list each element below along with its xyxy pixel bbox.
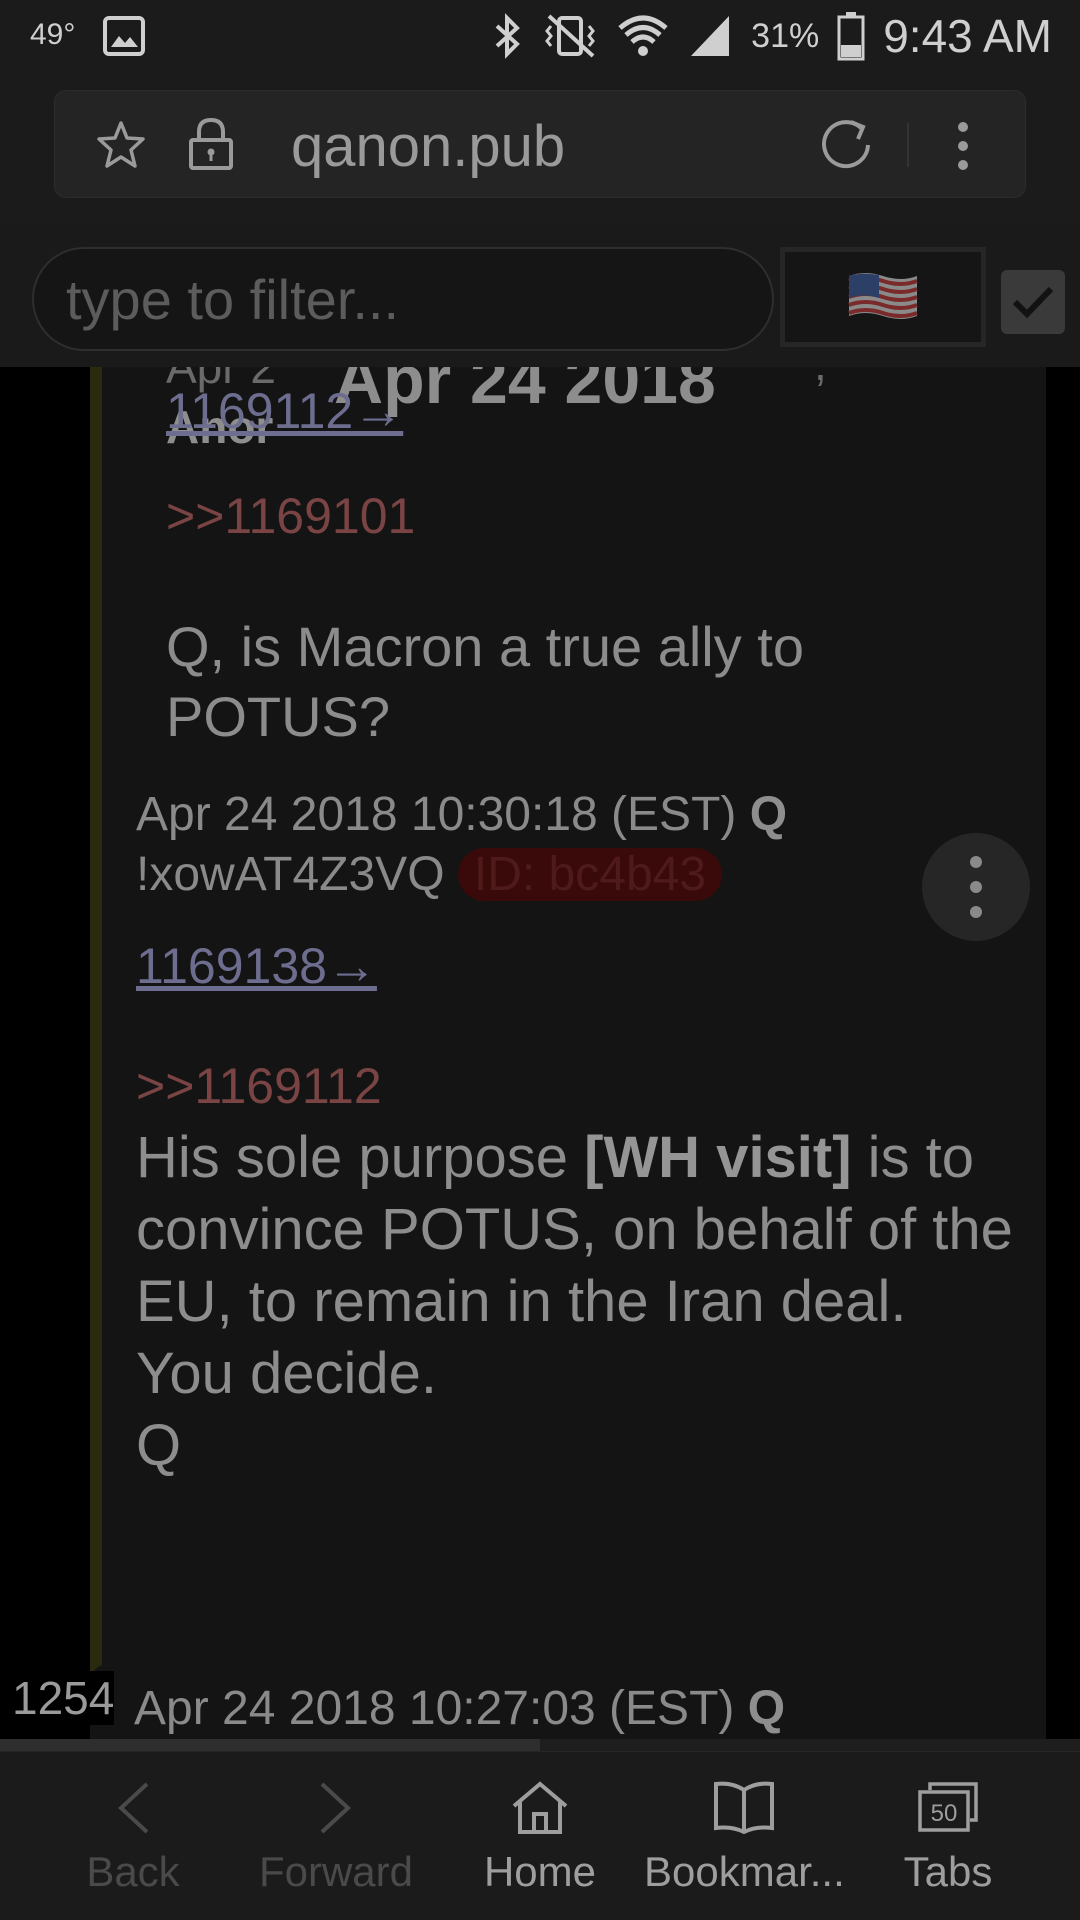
gallery-icon (103, 16, 145, 56)
nav-home-label: Home (483, 1848, 597, 1895)
filter-input[interactable] (32, 247, 774, 351)
tabs-count-badge: 50 (931, 1800, 958, 1827)
next-post-meta: Apr 24 2018 10:27:03 (EST) Q (134, 1664, 785, 1751)
q-name: Q (749, 788, 788, 841)
scroll-progress-track (0, 1739, 1080, 1751)
nav-back-button[interactable]: Back (33, 1752, 233, 1920)
battery-percent: 31% (751, 16, 820, 55)
flag-filter-button[interactable] (780, 247, 986, 347)
nav-forward-label: Forward (258, 1848, 414, 1895)
bluetooth-icon (495, 13, 521, 59)
browser-toolbar: qanon.pub (0, 72, 1080, 217)
next-timestamp: Apr 24 2018 10:27:03 (EST) (134, 1682, 735, 1735)
q-reply-link[interactable]: >>1169112 (136, 1057, 382, 1115)
clock: 9:43 AM (883, 10, 1052, 62)
vibrate-icon (545, 14, 596, 58)
q-body-bold: [WH visit] (584, 1125, 852, 1190)
q-post-number-link[interactable]: 1169138→ (136, 937, 377, 995)
url-text[interactable]: qanon.pub (291, 113, 565, 180)
post-menu-button[interactable] (922, 833, 1030, 941)
quoted-post-body: Q, is Macron a true ally to POTUS? (166, 615, 805, 748)
back-arrow-icon (118, 1782, 149, 1834)
filter-bar (0, 217, 1080, 367)
post-feed[interactable]: Apr 2 Anor , Apr 24 2018 1169112→ >>1169… (0, 367, 1080, 1751)
home-icon (512, 1781, 568, 1834)
nav-bookmarks-label: Bookmar... (644, 1848, 845, 1895)
battery-icon (837, 12, 865, 61)
bottom-navigation: Back Forward Home Bookmar... 50 Tabs (0, 1751, 1080, 1920)
forward-arrow-icon (320, 1782, 351, 1834)
toolbar-divider (907, 123, 909, 167)
checkmark-icon (1012, 286, 1054, 319)
q-post-meta: Apr 24 2018 10:30:18 (EST) Q !xowAT4Z3VQ… (136, 785, 896, 905)
filter-checkbox[interactable] (1001, 270, 1065, 334)
q-post-body: His sole purpose [WH visit] is to convin… (136, 1122, 1016, 1482)
next-post-card: Apr 24 2018 10:27:03 (EST) Q (90, 1664, 1046, 1751)
next-q-name: Q (747, 1682, 786, 1735)
bookmarks-book-icon (714, 1781, 774, 1835)
reload-icon[interactable] (817, 116, 875, 174)
post-counter: 1254 (12, 1671, 115, 1725)
q-tripcode: !xowAT4Z3VQ (136, 848, 445, 901)
status-bar: 49° 31% 9:43 AM (0, 0, 1080, 72)
nav-tabs-label: Tabs (903, 1848, 993, 1895)
signal-icon (691, 16, 730, 56)
temperature: 49° (30, 18, 76, 51)
post-card: Apr 2 Anor , Apr 24 2018 1169112→ >>1169… (90, 367, 1046, 1751)
quoted-post-number-link[interactable]: 1169112→ (166, 382, 403, 440)
more-vert-icon[interactable] (953, 119, 973, 173)
q-body-prefix: His sole purpose (136, 1125, 585, 1190)
nav-back-label: Back (86, 1848, 180, 1895)
screen: 49° 31% 9:43 AM qanon.pub type to filter… (0, 0, 1080, 1920)
nav-forward-button[interactable]: Forward (236, 1752, 436, 1920)
q-timestamp: Apr 24 2018 10:30:18 (EST) (136, 788, 737, 841)
more-vert-icon (970, 856, 982, 918)
nav-home-button[interactable]: Home (440, 1752, 640, 1920)
tabs-icon: 50 (918, 1782, 978, 1832)
lock-icon[interactable] (185, 116, 237, 172)
us-flag-icon (848, 273, 918, 319)
id-badge: ID: bc4b43 (457, 848, 723, 901)
quoted-reply-link[interactable]: >>1169101 (166, 487, 415, 545)
star-icon[interactable] (95, 119, 147, 171)
quoted-meta-cut: , (814, 367, 827, 391)
address-bar[interactable]: qanon.pub (54, 90, 1026, 198)
nav-bookmarks-button[interactable]: Bookmar... (644, 1752, 845, 1920)
nav-tabs-button[interactable]: 50 Tabs (848, 1752, 1048, 1920)
status-icons: 31% 9:43 AM (491, 10, 1052, 62)
wifi-icon (618, 15, 668, 56)
scroll-progress-fill (0, 1739, 540, 1751)
